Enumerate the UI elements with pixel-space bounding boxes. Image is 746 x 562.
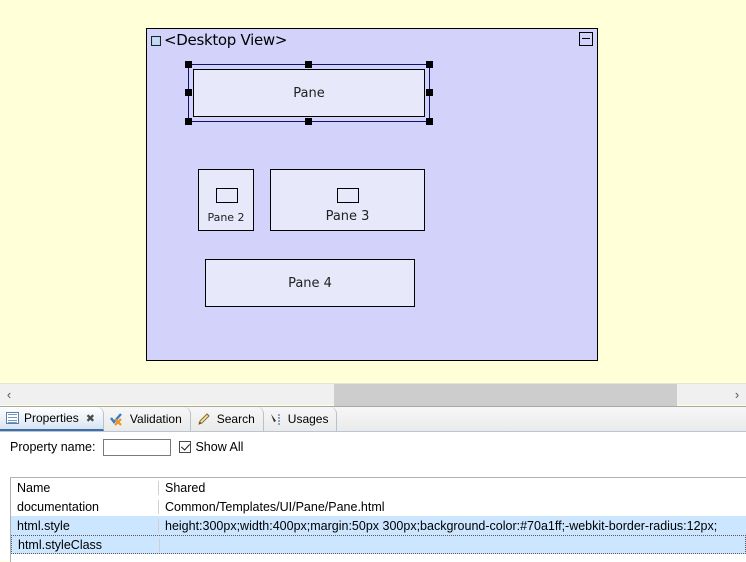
properties-icon <box>6 412 19 424</box>
minimize-icon[interactable] <box>579 32 593 46</box>
table-row[interactable]: html.styleClass <box>11 535 746 554</box>
show-all-toggle[interactable]: Show All <box>179 440 243 454</box>
property-name-label: Property name: <box>10 440 96 454</box>
resize-handle-bottom-center[interactable] <box>305 118 312 125</box>
pane-label: Pane 2 <box>207 211 245 224</box>
editor-canvas[interactable]: <Desktop View> Pane Pane 2 Pane 3 Pane 4 <box>0 0 746 382</box>
tab-usages[interactable]: Usages <box>264 407 338 431</box>
resize-handle-bottom-right[interactable] <box>426 118 433 125</box>
table-row[interactable]: html.style height:300px;width:400px;marg… <box>11 516 746 535</box>
inner-box-icon <box>216 188 238 203</box>
bottom-panel: Properties ✖ Validation Search Usages Pr… <box>0 406 746 562</box>
desktop-view-icon <box>151 36 161 46</box>
resize-handle-top-right[interactable] <box>426 61 433 68</box>
properties-table[interactable]: Name Shared documentation Common/Templat… <box>10 477 746 562</box>
usages-icon <box>270 413 283 426</box>
scrollbar-track[interactable] <box>18 383 728 406</box>
scroll-left-icon[interactable]: ‹ <box>0 388 18 401</box>
property-name-input[interactable] <box>103 438 172 456</box>
canvas-horizontal-scrollbar[interactable]: ‹ › <box>0 383 746 406</box>
pane-node-2[interactable]: Pane 2 <box>198 169 254 231</box>
column-header-shared[interactable]: Shared <box>159 481 746 495</box>
tab-search[interactable]: Search <box>191 407 264 431</box>
property-filter-bar: Property name: Show All <box>0 432 746 462</box>
pane-node-1[interactable]: Pane <box>193 69 425 117</box>
pane-node-3[interactable]: Pane 3 <box>270 169 425 231</box>
pane-label: Pane <box>293 85 325 101</box>
inner-box-icon <box>337 188 359 203</box>
tab-label: Validation <box>129 412 182 426</box>
tab-label: Usages <box>287 412 329 426</box>
pane-label: Pane 3 <box>325 209 370 224</box>
table-header-row: Name Shared <box>11 478 746 497</box>
search-icon <box>197 412 212 426</box>
tab-bar: Properties ✖ Validation Search Usages <box>0 407 746 432</box>
pane-node-4[interactable]: Pane 4 <box>205 259 415 307</box>
property-name-cell: documentation <box>11 499 159 514</box>
tab-label: Properties <box>24 411 79 425</box>
tab-properties[interactable]: Properties ✖ <box>0 407 104 431</box>
table-row[interactable]: documentation Common/Templates/UI/Pane/P… <box>11 497 746 516</box>
property-value-cell: Common/Templates/UI/Pane/Pane.html <box>165 499 385 514</box>
pane-label: Pane 4 <box>288 275 332 291</box>
property-value-cell: height:300px;width:400px;margin:50px 300… <box>165 518 718 533</box>
property-name-cell: html.styleClass <box>12 537 160 552</box>
desktop-view-header: <Desktop View> <box>151 31 287 49</box>
tab-label: Search <box>216 412 255 426</box>
validation-icon <box>109 412 125 426</box>
property-name-cell: html.style <box>11 518 159 533</box>
desktop-view-title: <Desktop View> <box>164 31 288 49</box>
column-header-name[interactable]: Name <box>11 480 159 495</box>
resize-handle-top-center[interactable] <box>305 61 312 68</box>
show-all-checkbox[interactable] <box>179 441 192 453</box>
scroll-right-icon[interactable]: › <box>728 388 746 401</box>
scrollbar-thumb[interactable] <box>334 383 677 406</box>
resize-handle-middle-right[interactable] <box>426 89 433 96</box>
resize-handle-top-left[interactable] <box>185 61 192 68</box>
desktop-view-container[interactable]: <Desktop View> Pane Pane 2 Pane 3 Pane 4 <box>146 28 598 361</box>
close-icon[interactable]: ✖ <box>86 412 95 425</box>
tab-validation[interactable]: Validation <box>104 407 191 431</box>
resize-handle-middle-left[interactable] <box>185 89 192 96</box>
resize-handle-bottom-left[interactable] <box>185 118 192 125</box>
show-all-label: Show All <box>195 440 244 454</box>
